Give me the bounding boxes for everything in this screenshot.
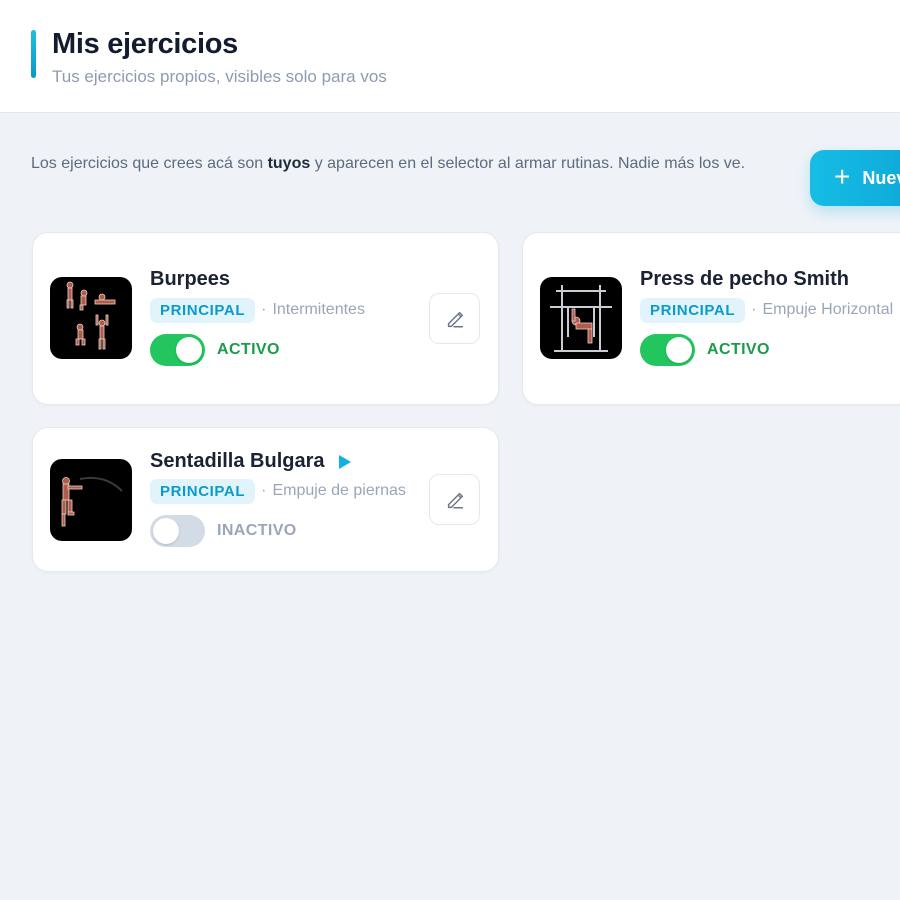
video-play-icon[interactable] <box>338 454 351 469</box>
exercise-meta: PRINCIPAL · Intermitentes <box>150 297 365 323</box>
category-badge: PRINCIPAL <box>640 297 746 323</box>
new-exercise-button-label: Nuevo <box>862 167 900 188</box>
exercise-name: Press de pecho Smith <box>640 268 849 291</box>
status-label: ACTIVO <box>707 341 770 358</box>
active-toggle[interactable] <box>640 334 695 366</box>
smith-press-thumbnail <box>540 277 622 359</box>
status-row: INACTIVO <box>150 515 297 547</box>
intro-text-part2: y aparecen en el selector al armar rutin… <box>310 155 746 172</box>
pencil-icon <box>447 492 463 509</box>
edit-button[interactable] <box>429 474 480 525</box>
pencil-icon <box>447 311 463 328</box>
exercise-name: Sentadilla Bulgara <box>150 450 351 473</box>
exercise-name-text: Press de pecho Smith <box>640 268 849 290</box>
active-toggle[interactable] <box>150 334 205 366</box>
page-subtitle: Tus ejercicios propios, visibles solo pa… <box>52 67 387 86</box>
exercise-meta: PRINCIPAL · Empuje de piernas <box>150 478 406 504</box>
intro-text-bold: tuyos <box>267 155 311 172</box>
muscle-group-label: Intermitentes <box>272 301 365 318</box>
exercise-card-burpees: Burpees PRINCIPAL · Intermitentes ACTIVO <box>32 232 499 405</box>
muscle-group-label: Empuje de piernas <box>272 482 406 499</box>
exercise-meta: PRINCIPAL · Empuje Horizontal <box>640 297 893 323</box>
exercise-name: Burpees <box>150 268 230 291</box>
intro-text-part1: Los ejercicios que crees acá son <box>31 155 268 172</box>
burpees-thumbnail <box>50 277 132 359</box>
exercise-card-smith-press: Press de pecho Smith PRINCIPAL · Empuje … <box>522 232 900 405</box>
category-badge: PRINCIPAL <box>150 478 256 504</box>
active-toggle[interactable] <box>150 515 205 547</box>
intro-text: Los ejercicios que crees acá son tuyos y… <box>31 151 781 177</box>
category-badge: PRINCIPAL <box>150 297 256 323</box>
plus-icon: + <box>834 161 851 192</box>
exercise-card-bulgarian-squat: Sentadilla Bulgara PRINCIPAL · Empuje de… <box>32 427 499 572</box>
status-label: ACTIVO <box>217 341 280 358</box>
exercise-name-text: Sentadilla Bulgara <box>150 450 325 472</box>
edit-button[interactable] <box>429 293 480 344</box>
page-header: Mis ejercicios Tus ejercicios propios, v… <box>0 0 900 113</box>
meta-separator: · <box>751 301 757 318</box>
bulgarian-squat-thumbnail <box>50 459 132 541</box>
muscle-group-label: Empuje Horizontal <box>762 301 894 318</box>
page-title: Mis ejercicios <box>52 28 239 60</box>
status-label: INACTIVO <box>217 522 297 539</box>
meta-separator: · <box>261 301 267 318</box>
new-exercise-button[interactable]: + Nuevo <box>810 150 900 206</box>
status-row: ACTIVO <box>640 334 770 366</box>
meta-separator: · <box>261 482 267 499</box>
exercise-name-text: Burpees <box>150 268 231 290</box>
toggle-knob <box>153 518 179 544</box>
status-row: ACTIVO <box>150 334 280 366</box>
toggle-knob <box>176 337 202 363</box>
header-accent-bar <box>31 30 36 78</box>
toggle-knob <box>666 337 692 363</box>
